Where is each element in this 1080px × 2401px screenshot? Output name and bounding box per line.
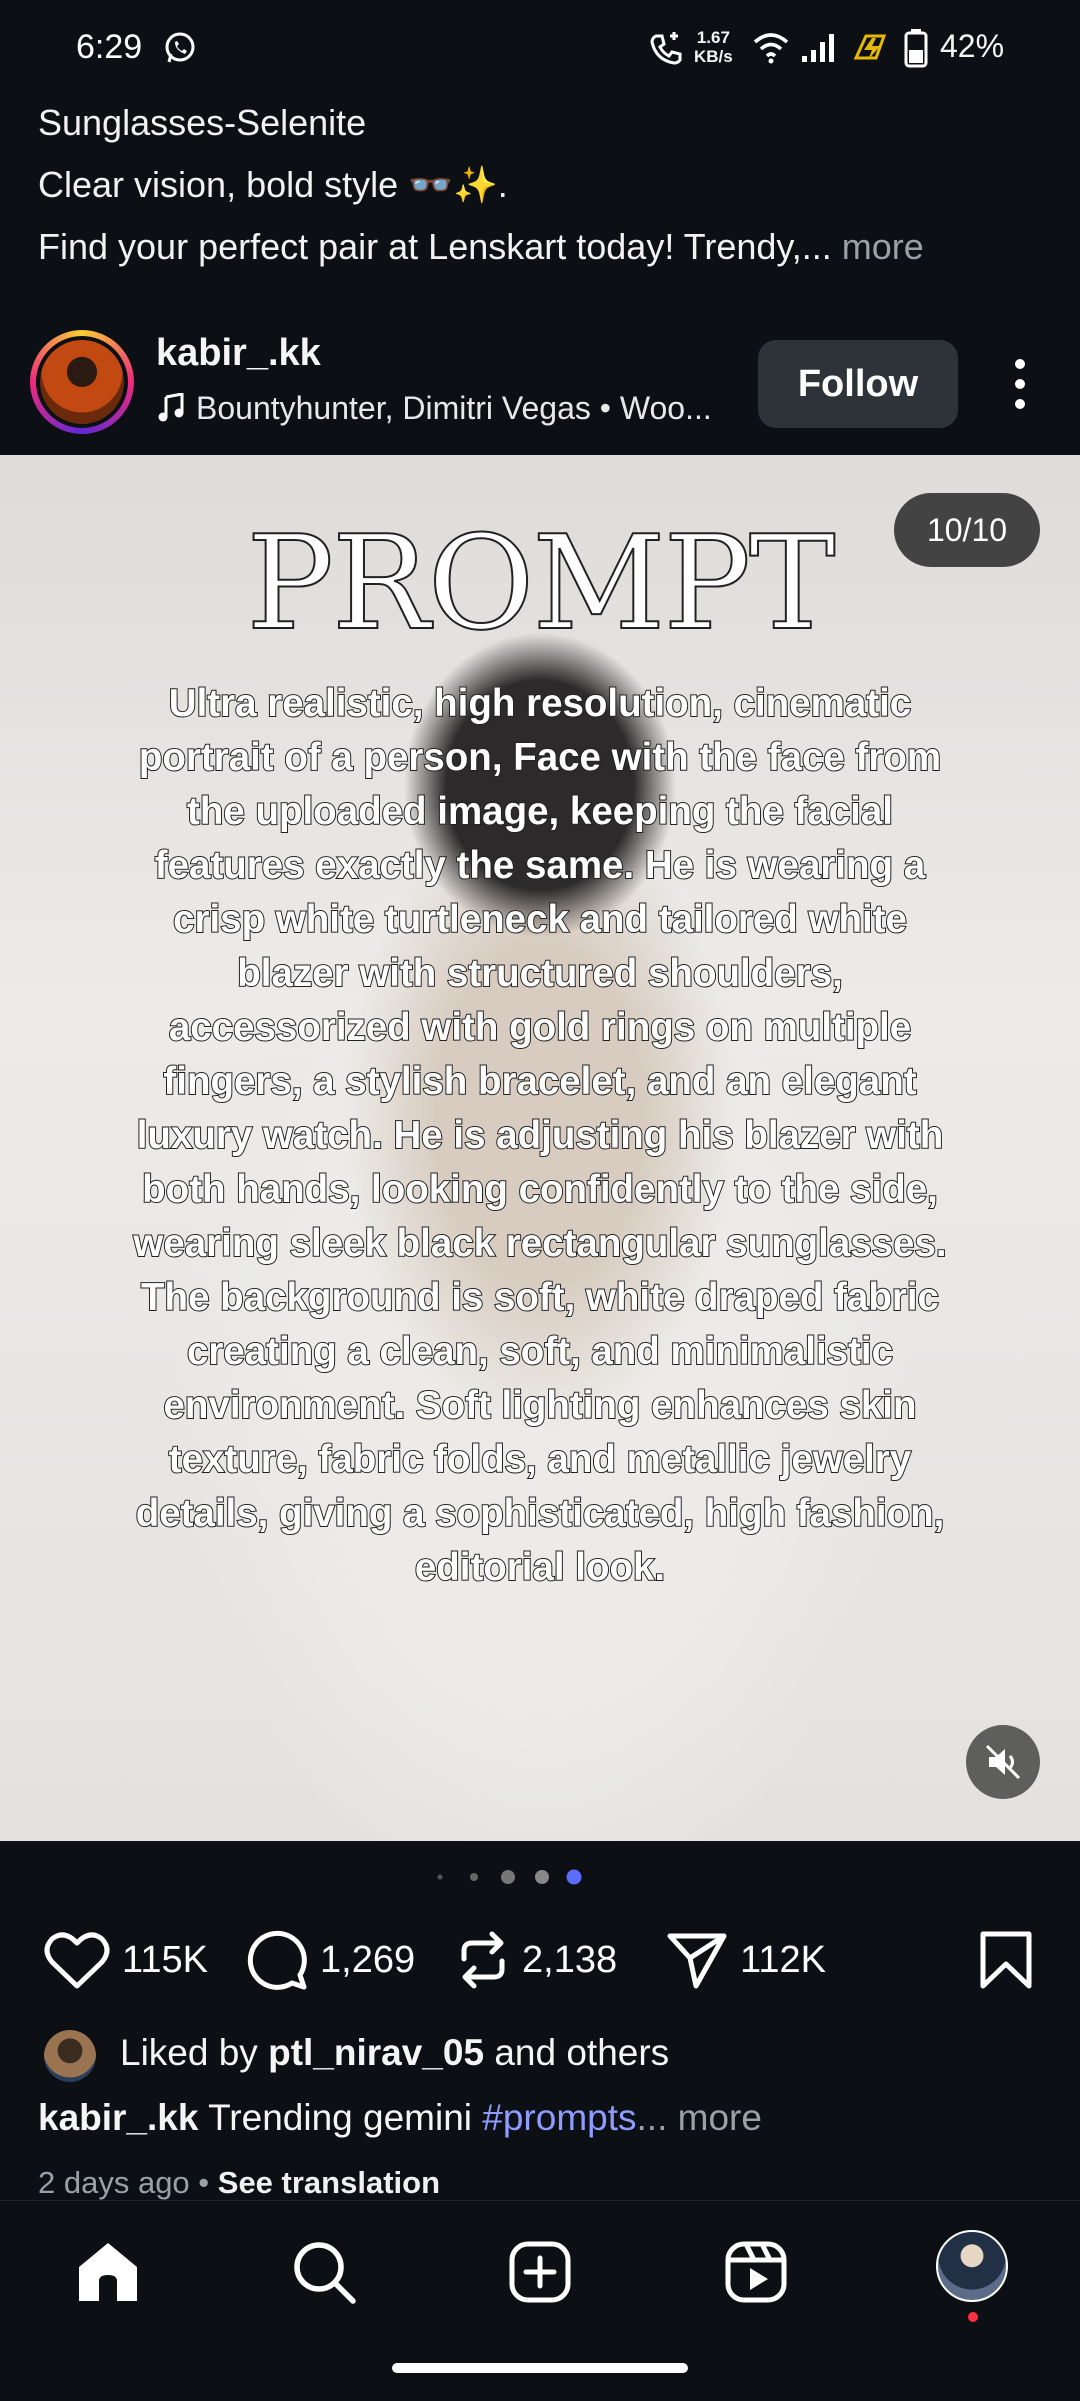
liked-by-text[interactable]: Liked by ptl_nirav_05 and others [120, 2032, 669, 2074]
avatar-image [40, 340, 124, 424]
call-icon [650, 32, 682, 65]
media-title: PROMPT [245, 507, 836, 659]
search-icon [294, 2242, 356, 2304]
signal-icon [802, 34, 834, 62]
caption-more-link[interactable]: ... more [637, 2097, 762, 2138]
nav-search[interactable] [286, 2234, 362, 2310]
whatsapp-icon [165, 32, 195, 63]
music-note-icon [158, 392, 184, 422]
follow-button[interactable]: Follow [758, 340, 958, 428]
mute-button[interactable] [966, 1725, 1040, 1799]
timestamp: 2 days ago [38, 2165, 190, 2200]
comment-button[interactable]: 1,269 [246, 1928, 415, 1992]
hashtag-link[interactable]: #prompts [482, 2097, 636, 2138]
more-link[interactable]: more [832, 226, 924, 267]
battery-percent: 42% [940, 28, 1005, 64]
reels-icon [725, 2241, 787, 2303]
share-button[interactable]: 112K [666, 1928, 826, 1992]
like-button[interactable]: 115K [44, 1928, 208, 1992]
music-label: Bountyhunter, Dimitri Vegas • Woo... [196, 390, 712, 426]
nav-reels[interactable] [718, 2234, 794, 2310]
share-icon [667, 1933, 727, 1989]
network-speed: 1.67 KB/s [694, 28, 733, 66]
nav-home[interactable] [70, 2234, 146, 2310]
battery-icon [904, 29, 928, 68]
post-meta: 2 days ago • See translation [38, 2165, 441, 2200]
author-username[interactable]: kabir_.kk [156, 332, 321, 375]
heart-icon [44, 1932, 110, 1989]
like-count: 115K [122, 1938, 208, 1981]
caption-line-2: Clear vision, bold style 👓✨. [38, 164, 508, 205]
profile-avatar[interactable] [936, 2230, 1008, 2302]
comment-icon [247, 1930, 307, 1990]
see-translation-link[interactable]: See translation [218, 2165, 440, 2200]
notification-dot [968, 2312, 978, 2322]
share-count: 112K [740, 1938, 826, 1981]
status-bar: 6:29 1.67 KB/s 42% [0, 0, 1080, 100]
author-avatar[interactable] [30, 330, 134, 434]
bookmark-icon[interactable] [978, 1930, 1034, 1990]
caption-title: Sunglasses-Selenite [38, 102, 367, 143]
home-icon [79, 2243, 137, 2301]
home-indicator[interactable] [392, 2363, 688, 2373]
more-options-icon[interactable] [1000, 356, 1040, 412]
wifi-icon [753, 33, 789, 64]
post-caption[interactable]: kabir_.kk Trending gemini #prompts... mo… [38, 2097, 762, 2139]
carousel-dots [437, 1869, 582, 1885]
post-header-caption[interactable]: Sunglasses-Selenite Clear vision, bold s… [38, 92, 1048, 278]
status-time: 6:29 [76, 28, 143, 66]
repost-button[interactable]: 2,138 [456, 1928, 617, 1992]
charging-icon [853, 34, 887, 60]
caption-username[interactable]: kabir_.kk [38, 2097, 198, 2138]
prompt-text: Ultra realistic, high resolution, cinema… [132, 681, 947, 1590]
music-info[interactable]: Bountyhunter, Dimitri Vegas • Woo... [156, 390, 712, 427]
liked-by-avatar[interactable] [44, 2030, 96, 2082]
nav-create[interactable] [502, 2234, 578, 2310]
repost-count: 2,138 [522, 1938, 618, 1981]
liked-by-user[interactable]: ptl_nirav_05 [268, 2032, 484, 2073]
caption-line-3: Find your perfect pair at Lenskart today… [38, 226, 924, 267]
muted-speaker-icon [985, 1744, 1021, 1780]
create-icon [509, 2241, 571, 2303]
post-media[interactable]: 10/10 PROMPT Ultra realistic, high resol… [0, 455, 1080, 1841]
repost-icon [461, 1931, 505, 1989]
comment-count: 1,269 [320, 1938, 416, 1981]
